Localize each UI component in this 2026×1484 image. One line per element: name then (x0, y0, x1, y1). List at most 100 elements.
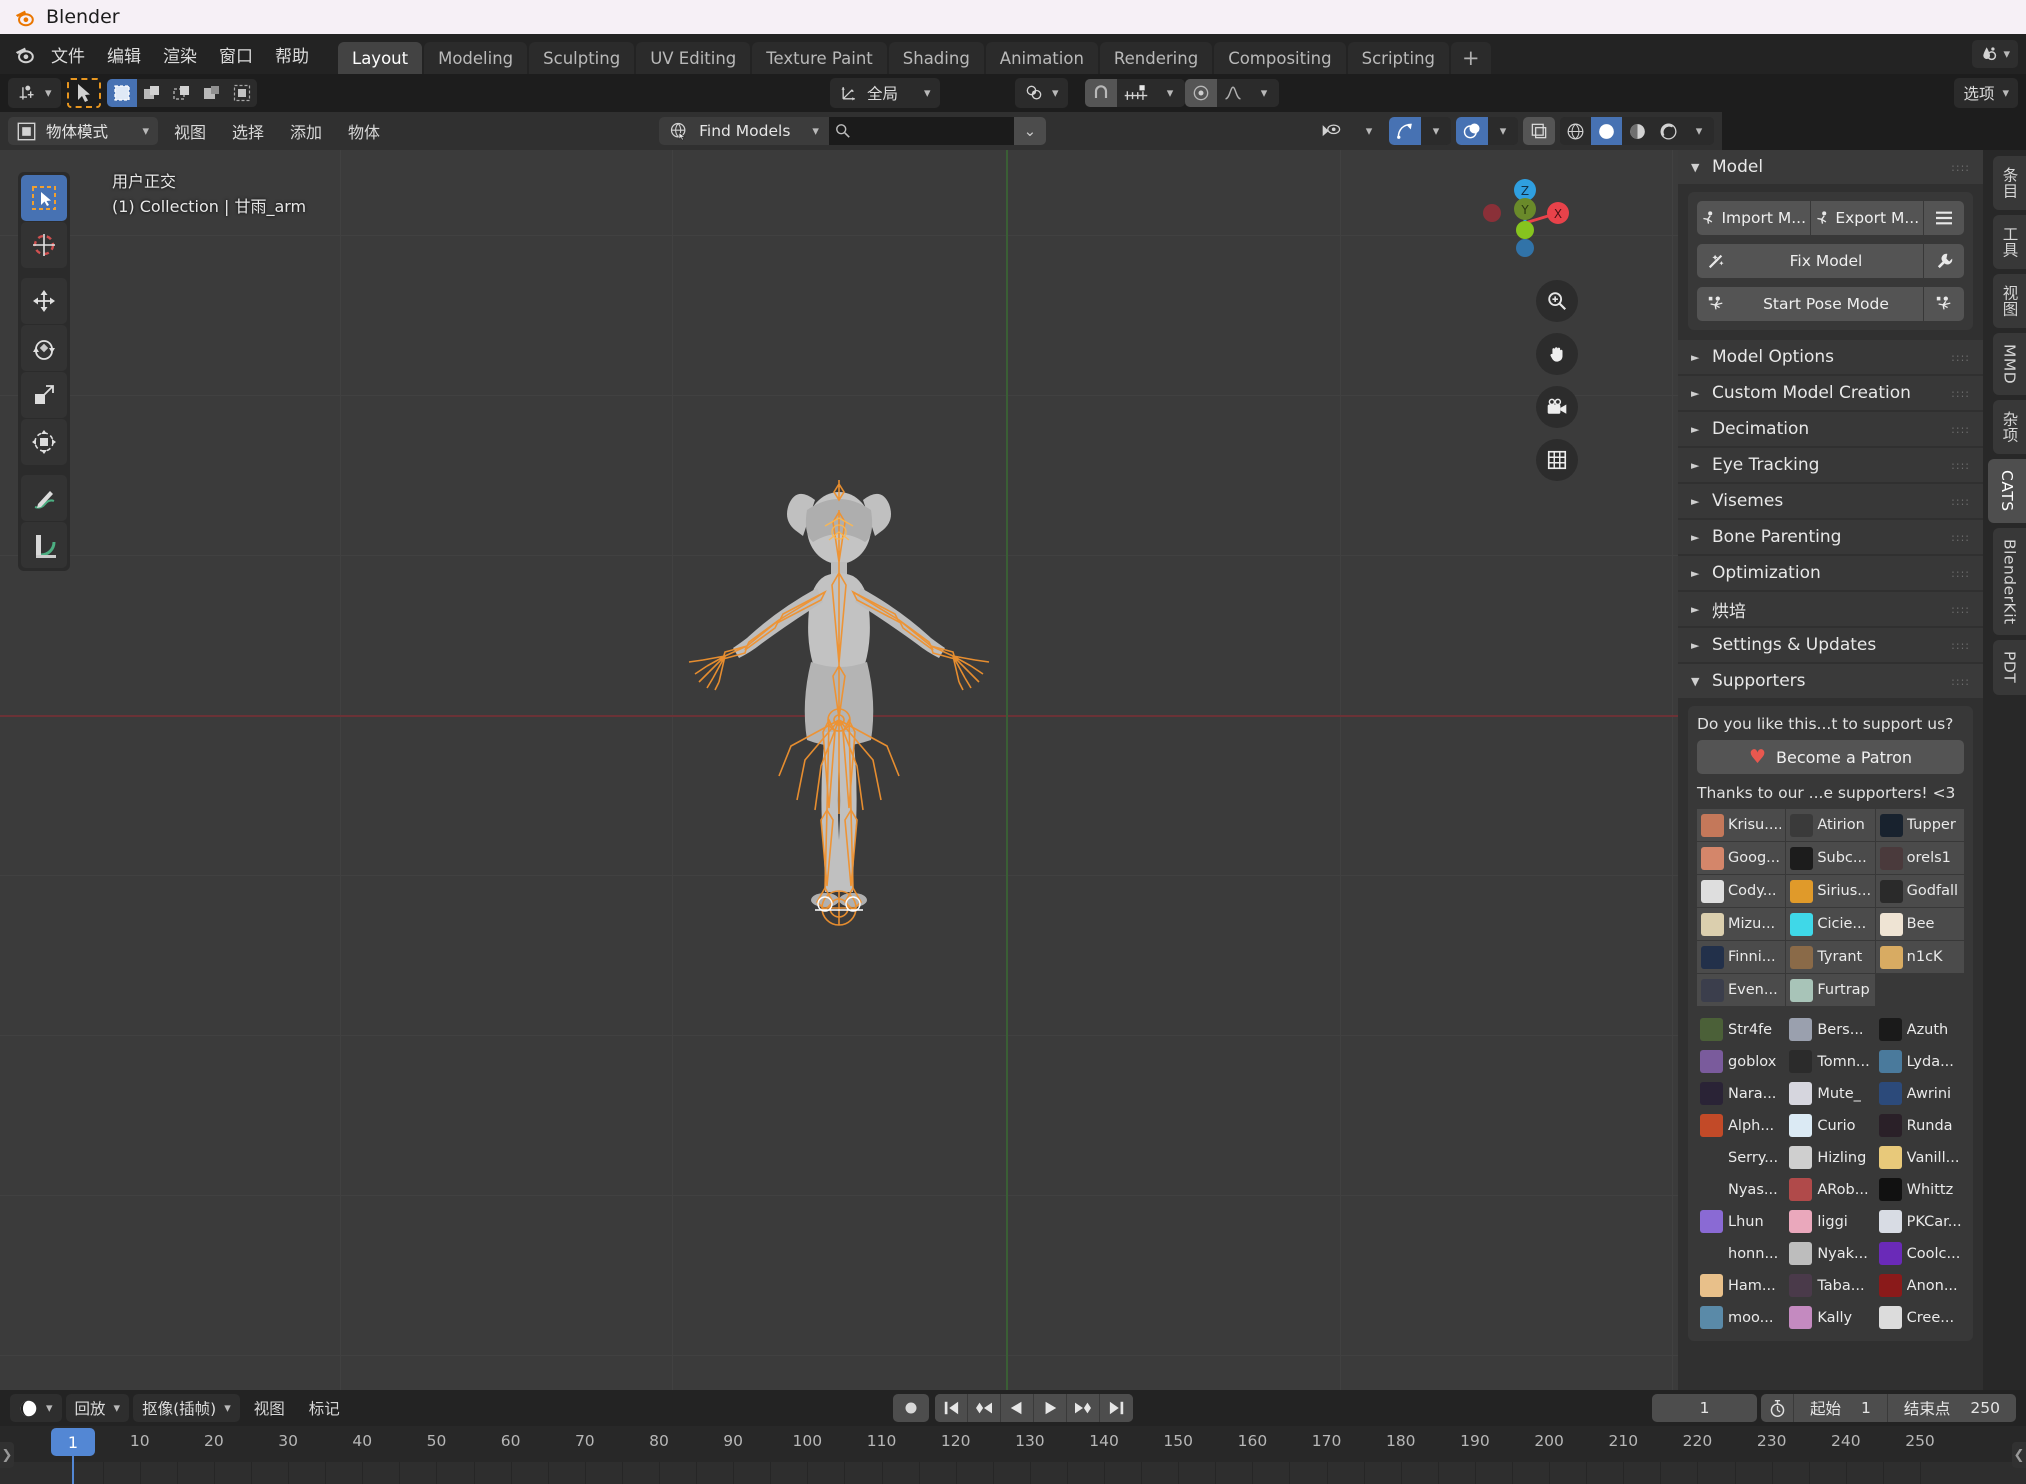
search-dropdown-button[interactable]: ⌄ (1013, 117, 1046, 145)
model-menu-button[interactable] (1924, 201, 1964, 235)
sidebar-tab-misc[interactable]: 杂项 (1993, 400, 2026, 455)
fix-model-settings-button[interactable] (1924, 244, 1964, 278)
panel-header-visemes[interactable]: ► Visemes :::: (1678, 484, 1983, 518)
set-select-icon[interactable] (106, 79, 137, 107)
play-icon[interactable] (1034, 1394, 1067, 1422)
options-button[interactable]: 选项 ▾ (1954, 78, 2018, 108)
supporter-cell[interactable]: n1cK (1875, 941, 1964, 973)
import-model-button[interactable]: Import M... (1697, 201, 1810, 235)
tab-modeling[interactable]: Modeling (424, 42, 528, 74)
supporter-cell[interactable]: Cree... (1876, 1303, 1964, 1332)
menu-edit[interactable]: 编辑 (96, 34, 152, 74)
panel-header-bone-parenting[interactable]: ► Bone Parenting :::: (1678, 520, 1983, 554)
intersect-select-icon[interactable] (226, 79, 257, 107)
scale-tool[interactable] (21, 372, 67, 418)
chevron-down-icon[interactable]: ▾ (1249, 79, 1279, 107)
menu-help[interactable]: 帮助 (264, 34, 320, 74)
play-reverse-icon[interactable] (1001, 1394, 1034, 1422)
panel-header-optimization[interactable]: ► Optimization :::: (1678, 556, 1983, 590)
select-cursor-icon[interactable] (66, 78, 101, 108)
snap-magnet-icon[interactable] (1085, 79, 1117, 107)
jump-start-icon[interactable] (935, 1394, 968, 1422)
falloff-curve-icon[interactable] (1217, 79, 1249, 107)
interaction-mode-selector[interactable]: 物体模式 ▾ (8, 117, 158, 145)
supporter-cell[interactable]: Finni... (1697, 941, 1786, 973)
measure-tool[interactable] (21, 522, 67, 568)
3d-viewport[interactable]: 用户正交 (1) Collection | 甘雨_arm Z Y X (0, 150, 1678, 1390)
auto-keying-icon[interactable] (893, 1394, 929, 1422)
supporter-cell[interactable]: Vanill... (1876, 1143, 1964, 1172)
snap-increment-icon[interactable] (1117, 79, 1155, 107)
panel-header-model[interactable]: ▼ Model :::: (1678, 150, 1983, 184)
playhead-indicator[interactable]: 1 (51, 1428, 95, 1456)
fix-model-button[interactable]: Fix Model (1697, 244, 1923, 278)
tab-compositing[interactable]: Compositing (1214, 42, 1346, 74)
next-keyframe-icon[interactable] (1067, 1394, 1100, 1422)
gizmo-icon[interactable] (1389, 117, 1421, 145)
playback-menu[interactable]: 回放 ▾ (65, 1394, 130, 1422)
vp-menu-select[interactable]: 选择 (222, 117, 274, 145)
panel-header-model-options[interactable]: ► Model Options :::: (1678, 340, 1983, 374)
supporter-cell[interactable]: Tyrant (1786, 941, 1875, 973)
supporter-cell[interactable]: honn... (1697, 1239, 1785, 1268)
cursor-tool[interactable] (21, 222, 67, 268)
tab-sculpting[interactable]: Sculpting (529, 42, 635, 74)
supporter-cell[interactable]: Sirius... (1786, 875, 1875, 907)
sidebar-tab-view[interactable]: 视图 (1993, 274, 2026, 328)
supporter-cell[interactable]: Subc... (1786, 842, 1875, 874)
supporter-cell[interactable]: Tupper (1875, 809, 1964, 841)
supporter-cell[interactable]: Mute_ (1786, 1079, 1874, 1108)
sidebar-tab-blenderkit[interactable]: BlenderKit (1993, 527, 2026, 636)
supporter-cell[interactable]: Awrini (1876, 1079, 1964, 1108)
supporter-cell[interactable]: Atirion (1786, 809, 1875, 841)
supporter-cell[interactable]: Tomn... (1786, 1047, 1874, 1076)
supporter-cell[interactable]: Whittz (1876, 1175, 1964, 1204)
supporter-cell[interactable]: Furtrap (1786, 974, 1875, 1006)
chevron-down-icon[interactable]: ▾ (1488, 117, 1518, 145)
pan-hand-icon[interactable] (1536, 333, 1578, 375)
timeline-expand-right-icon[interactable]: ❮ (2012, 1442, 2026, 1468)
supporter-cell[interactable]: Lhun (1697, 1207, 1785, 1236)
sidebar-tab-item[interactable]: 条目 (1993, 156, 2026, 210)
shading-wireframe-icon[interactable] (1560, 117, 1591, 145)
rotate-tool[interactable] (21, 325, 67, 371)
shading-rendered-icon[interactable] (1653, 117, 1684, 145)
find-models-button[interactable]: Find Models ▾ (659, 117, 829, 145)
transform-orientation-selector[interactable]: 全局 ▾ (830, 78, 940, 108)
supporter-cell[interactable]: ARob... (1786, 1175, 1874, 1204)
supporter-cell[interactable]: Ham... (1697, 1271, 1785, 1300)
annotate-tool[interactable] (21, 475, 67, 521)
tab-texture-paint[interactable]: Texture Paint (752, 42, 887, 74)
navigation-gizmo[interactable]: Z Y X (1470, 168, 1580, 278)
supporter-cell[interactable]: PKCar... (1876, 1207, 1964, 1236)
panel-header-decimation[interactable]: ► Decimation :::: (1678, 412, 1983, 446)
shading-solid-icon[interactable] (1591, 117, 1622, 145)
supporter-cell[interactable]: Godfall (1875, 875, 1964, 907)
supporter-cell[interactable]: Cicie... (1786, 908, 1875, 940)
toggle-ortho-grid-icon[interactable] (1536, 439, 1578, 481)
panel-header-supporters[interactable]: ▼ Supporters :::: (1678, 664, 1983, 698)
tab-shading[interactable]: Shading (888, 42, 984, 74)
supporter-cell[interactable]: Hizling (1786, 1143, 1874, 1172)
supporter-cell[interactable]: goblox (1697, 1047, 1785, 1076)
xray-toggle-icon[interactable] (1523, 117, 1555, 145)
invert-select-icon[interactable] (196, 79, 227, 107)
panel-header-settings-updates[interactable]: ► Settings & Updates :::: (1678, 628, 1983, 662)
supporter-cell[interactable]: Nyas... (1697, 1175, 1785, 1204)
search-input[interactable] (828, 117, 1014, 145)
start-pose-mode-button[interactable]: Start Pose Mode (1697, 287, 1923, 321)
vp-menu-view[interactable]: 视图 (164, 117, 216, 145)
add-workspace-button[interactable]: + (1451, 42, 1491, 74)
visibility-eye-icon[interactable] (1315, 117, 1349, 145)
vp-menu-add[interactable]: 添加 (280, 117, 332, 145)
supporter-cell[interactable]: Runda (1876, 1111, 1964, 1140)
supporter-cell[interactable]: moo... (1697, 1303, 1785, 1332)
supporter-cell[interactable]: Lyda... (1876, 1047, 1964, 1076)
timeline-editor-type[interactable]: ▾ (10, 1394, 62, 1422)
stopwatch-icon[interactable] (1761, 1394, 1793, 1422)
end-frame-field[interactable]: 结束点 250 (1886, 1394, 2016, 1422)
supporter-cell[interactable]: liggi (1786, 1207, 1874, 1236)
proportional-edit-icon[interactable] (1185, 79, 1217, 107)
tab-animation[interactable]: Animation (985, 42, 1098, 74)
export-model-button[interactable]: Export M... (1810, 201, 1923, 235)
